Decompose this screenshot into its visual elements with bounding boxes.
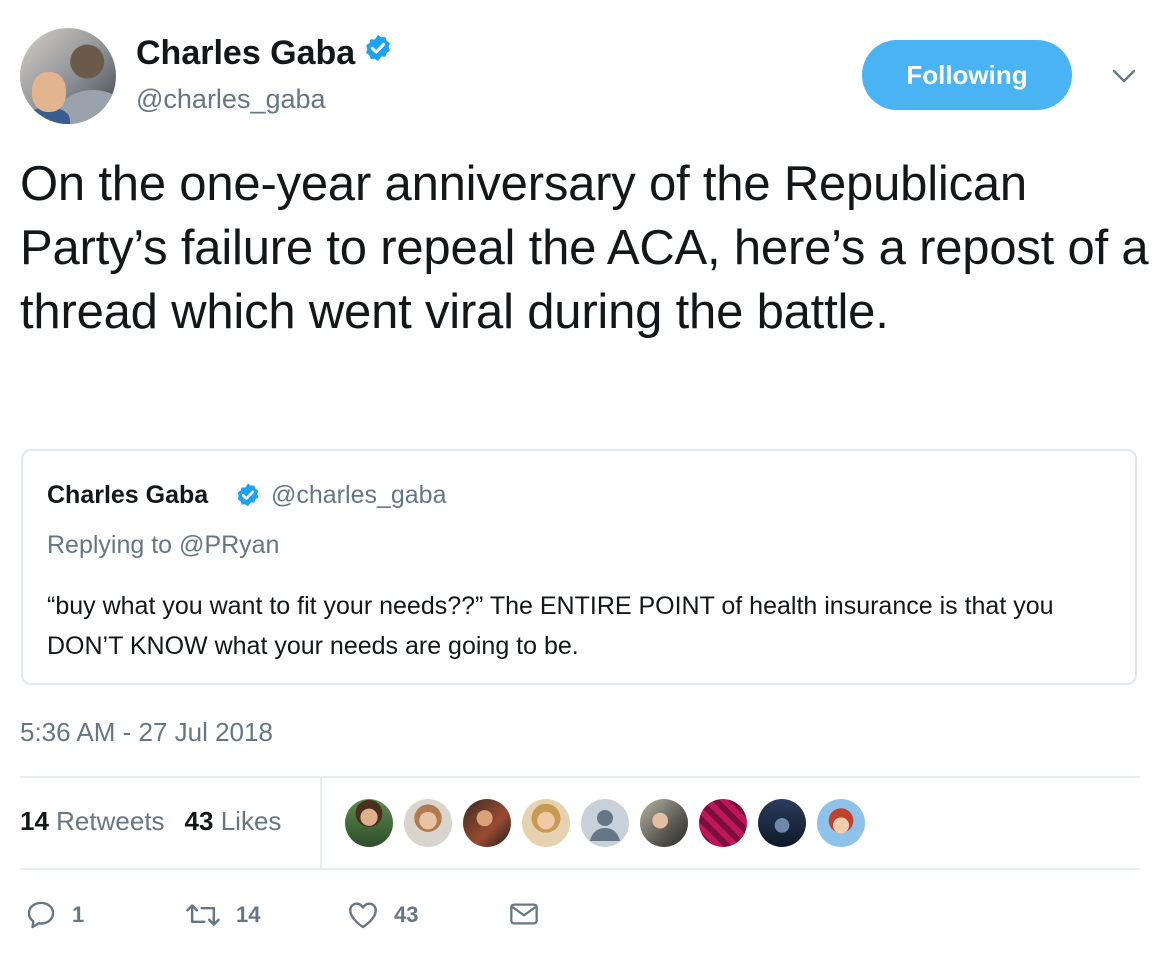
- retweet-button[interactable]: 14: [184, 898, 260, 932]
- tweet-timestamp[interactable]: 5:36 AM - 27 Jul 2018: [20, 717, 273, 748]
- verified-badge-icon: [235, 482, 261, 513]
- liker-avatar-9[interactable]: [817, 799, 865, 847]
- default-avatar-icon[interactable]: [581, 799, 629, 847]
- author-name-row[interactable]: Charles Gaba: [136, 34, 393, 75]
- author-handle[interactable]: @charles_gaba: [136, 84, 326, 115]
- heart-icon: [349, 902, 377, 929]
- liker-avatar-6[interactable]: [640, 799, 688, 847]
- divider: [20, 776, 1140, 778]
- reply-count: 1: [72, 902, 85, 927]
- likes-count: 43: [184, 806, 214, 836]
- retweets-stat[interactable]: 14 Retweets: [20, 806, 165, 836]
- author-avatar[interactable]: [20, 28, 116, 124]
- liker-avatar-1[interactable]: [345, 799, 393, 847]
- reply-button[interactable]: 1: [24, 898, 84, 932]
- liker-avatar-2[interactable]: [404, 799, 452, 847]
- quoted-author-name: Charles Gaba: [47, 481, 209, 509]
- like-button[interactable]: 43: [346, 898, 418, 932]
- reply-icon: [27, 901, 55, 929]
- author-name[interactable]: Charles Gaba: [136, 34, 355, 72]
- quoted-tweet-text: “buy what you want to fit your needs??” …: [47, 592, 1054, 660]
- quoted-tweet-card[interactable]: Charles Gaba @charles_gaba Replying to @…: [21, 449, 1137, 685]
- avatar-child: [32, 72, 66, 112]
- tweet-text: On the one-year anniversary of the Repub…: [20, 157, 1149, 339]
- like-count: 43: [394, 902, 419, 927]
- verified-badge-icon: [363, 33, 393, 72]
- likes-label: Likes: [220, 806, 282, 836]
- retweets-count: 14: [20, 806, 49, 836]
- liker-avatar-3[interactable]: [463, 799, 511, 847]
- retweets-label: Retweets: [56, 806, 165, 836]
- envelope-icon: [510, 903, 538, 925]
- liker-avatar-7[interactable]: [699, 799, 747, 847]
- chevron-down-icon[interactable]: [1110, 62, 1138, 90]
- likes-stat[interactable]: 43 Likes: [185, 806, 282, 836]
- stats-divider: [320, 778, 322, 870]
- liker-avatar-8[interactable]: [758, 799, 806, 847]
- retweet-count: 14: [236, 902, 261, 927]
- liker-avatar-4[interactable]: [522, 799, 570, 847]
- tweet-stats: 14 Retweets 43 Likes: [20, 806, 281, 837]
- divider: [20, 868, 1140, 870]
- direct-message-button[interactable]: [508, 898, 540, 930]
- replying-to: Replying to @PRyan: [47, 531, 280, 559]
- liker-avatars: [345, 799, 876, 847]
- retweet-icon: [186, 904, 220, 926]
- following-button[interactable]: Following: [862, 40, 1072, 110]
- quoted-author-handle: @charles_gaba: [271, 481, 447, 509]
